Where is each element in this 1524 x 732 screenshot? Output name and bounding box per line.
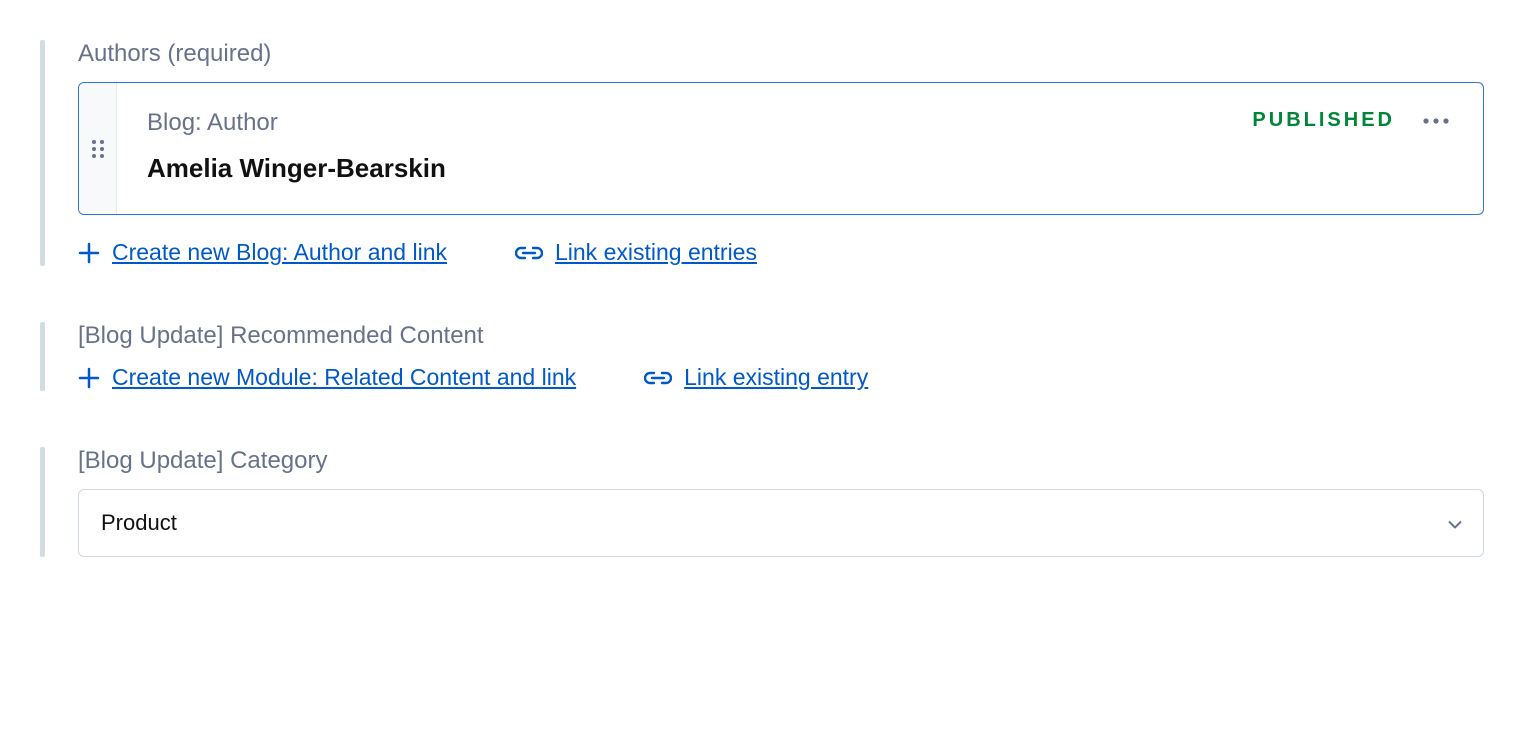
category-select-wrapper: Product [78, 489, 1484, 557]
recommended-actions: Create new Module: Related Content and l… [78, 364, 1484, 391]
entry-text: Blog: Author Amelia Winger-Bearskin [147, 109, 446, 184]
category-select[interactable]: Product [78, 489, 1484, 557]
link-icon [515, 246, 543, 260]
category-field: [Blog Update] Category Product [40, 447, 1484, 557]
authors-actions: Create new Blog: Author and link Link ex… [78, 239, 1484, 266]
recommended-content-label: [Blog Update] Recommended Content [78, 322, 1484, 350]
entry-more-button[interactable] [1419, 114, 1453, 128]
plus-icon [78, 242, 100, 264]
create-related-content-label: Create new Module: Related Content and l… [112, 364, 576, 391]
link-icon [644, 371, 672, 385]
drag-icon [91, 138, 105, 160]
drag-handle[interactable] [79, 83, 117, 214]
author-entry-card[interactable]: Blog: Author Amelia Winger-Bearskin PUBL… [78, 82, 1484, 215]
create-author-link[interactable]: Create new Blog: Author and link [78, 239, 447, 266]
entry-body: Blog: Author Amelia Winger-Bearskin PUBL… [117, 83, 1483, 214]
category-label: [Blog Update] Category [78, 447, 1484, 475]
authors-label: Authors (required) [78, 40, 1484, 68]
more-icon [1423, 118, 1449, 124]
authors-field: Authors (required) Blog: Author Amelia W… [40, 40, 1484, 266]
create-related-content-link[interactable]: Create new Module: Related Content and l… [78, 364, 576, 391]
link-existing-related-content-label: Link existing entry [684, 364, 868, 391]
status-badge: PUBLISHED [1252, 109, 1395, 132]
link-existing-authors[interactable]: Link existing entries [515, 239, 757, 266]
link-existing-authors-label: Link existing entries [555, 239, 757, 266]
plus-icon [78, 367, 100, 389]
create-author-label: Create new Blog: Author and link [112, 239, 447, 266]
entry-title: Amelia Winger-Bearskin [147, 153, 446, 184]
entry-right: PUBLISHED [1252, 109, 1453, 132]
content-type-label: Blog: Author [147, 109, 446, 137]
link-existing-related-content[interactable]: Link existing entry [644, 364, 868, 391]
recommended-content-field: [Blog Update] Recommended Content Create… [40, 322, 1484, 391]
